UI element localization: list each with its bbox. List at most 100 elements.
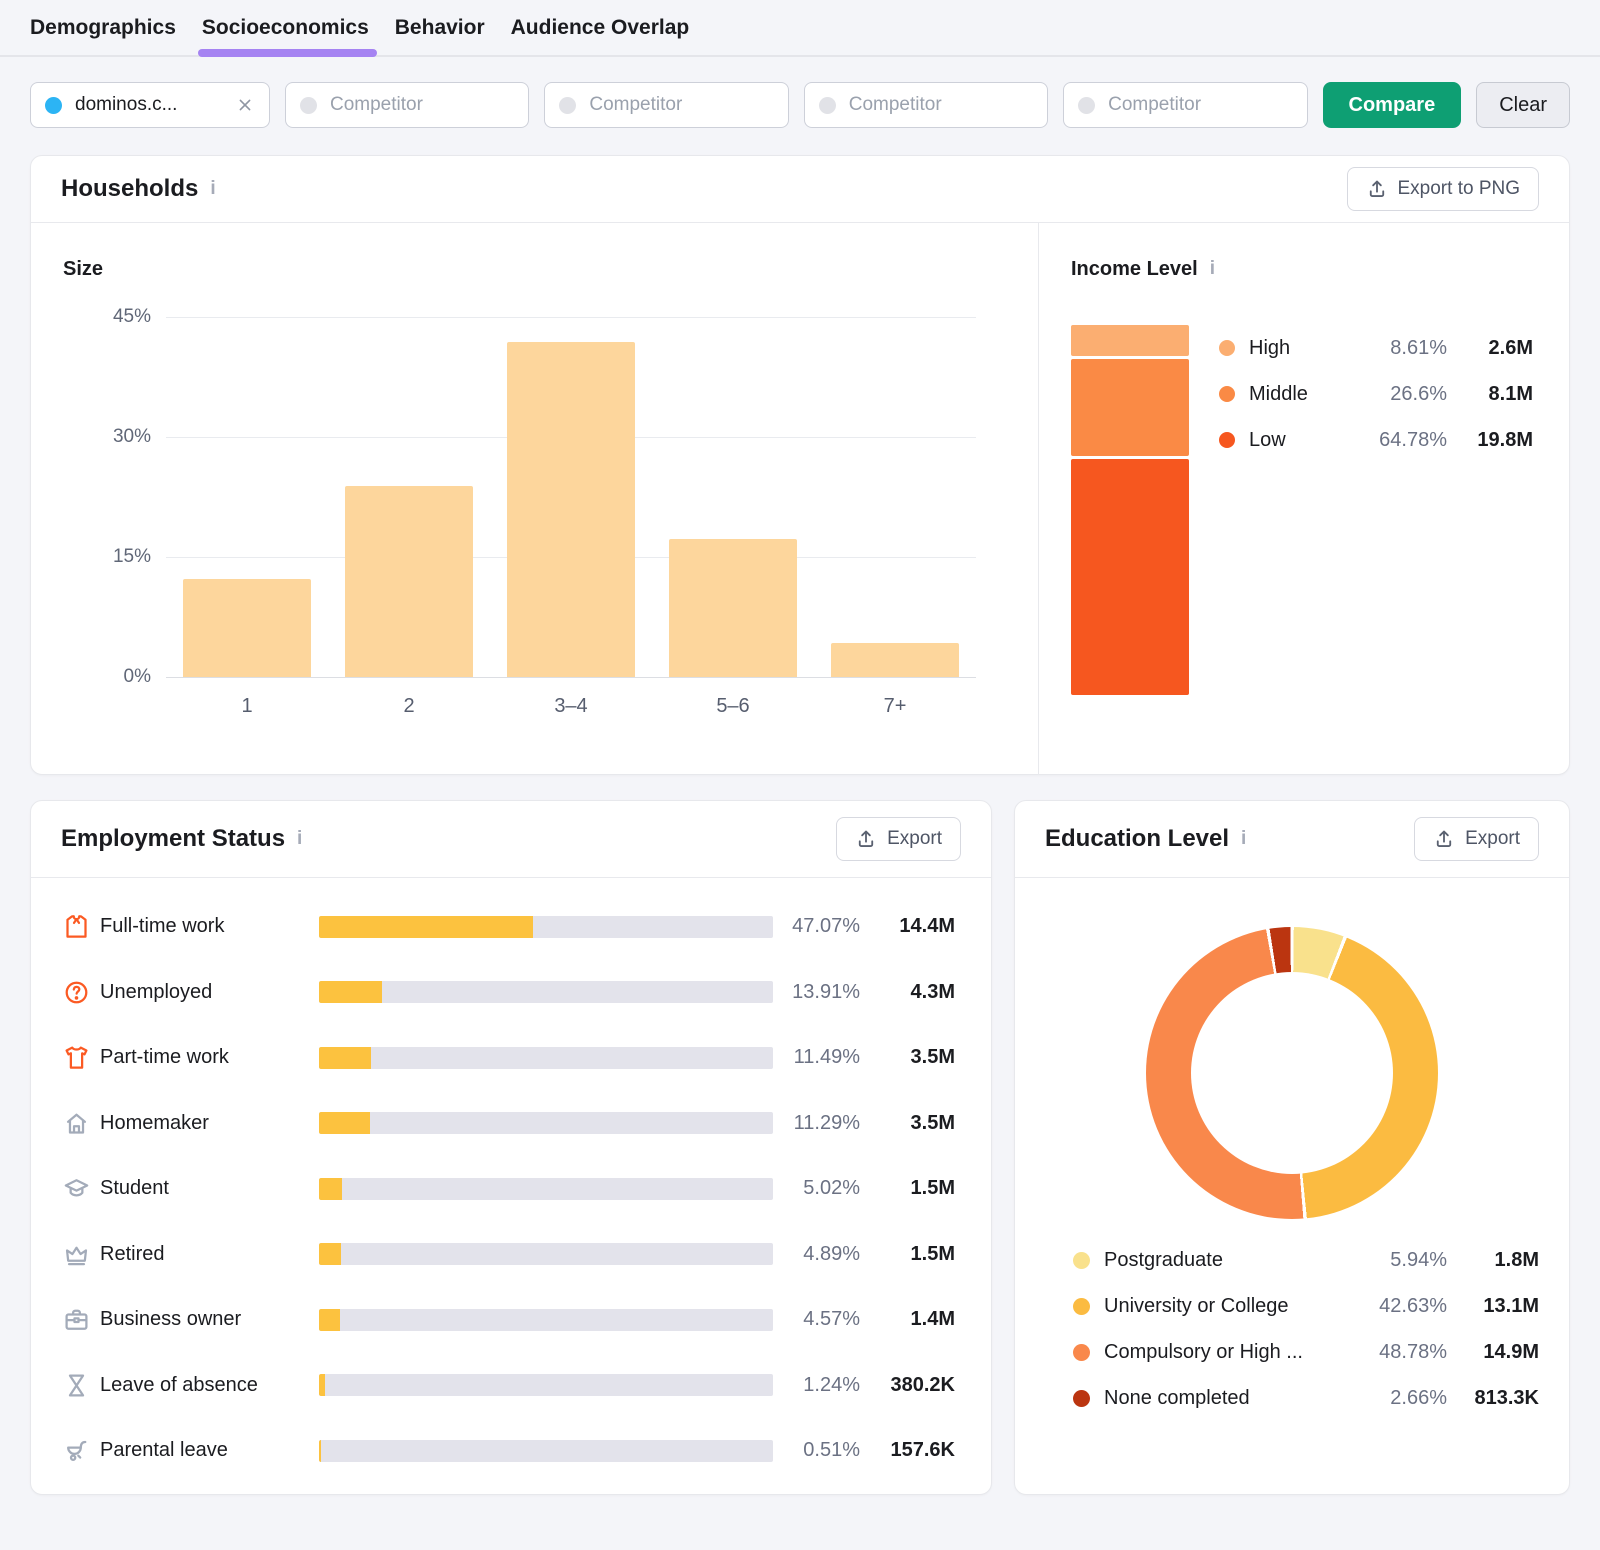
legend-label: None completed <box>1104 1386 1250 1409</box>
domain-chip-label: dominos.c... <box>75 94 178 115</box>
employment-label: Student <box>100 1177 169 1200</box>
legend-percent: 48.78% <box>1379 1340 1447 1363</box>
competitor-dot-icon <box>1078 96 1096 114</box>
legend-value: 19.8M <box>1477 428 1533 451</box>
legend-dot-icon <box>1219 432 1235 448</box>
x-axis-tick: 7+ <box>883 695 907 717</box>
compare-button[interactable]: Compare <box>1322 82 1462 128</box>
employment-bar-track <box>319 1374 773 1397</box>
x-axis-tick: 2 <box>403 695 415 717</box>
export-label: Export <box>887 828 942 849</box>
employment-bar-fill <box>319 1308 340 1331</box>
competitor-input[interactable]: Competitor <box>803 82 1049 128</box>
education-level-title: Education Level <box>1045 825 1230 852</box>
domain-dot-icon <box>45 96 62 114</box>
income-level-section: Income Level i High 8.61% 2.6M Middle 26.6% 8… <box>1038 223 1569 775</box>
employment-bar-track <box>319 1177 773 1200</box>
households-title: Households <box>61 175 199 202</box>
gridline <box>166 677 976 678</box>
tab-demographics[interactable]: Demographics <box>30 0 176 55</box>
income-level-legend: High 8.61% 2.6M Middle 26.6% 8.1M Low 64.78% 19.… <box>1219 325 1533 695</box>
employment-bar-track <box>319 1112 773 1135</box>
education-legend-row: None completed 2.66% 813.3K <box>1073 1375 1539 1421</box>
briefcase-icon <box>63 1306 90 1333</box>
legend-value: 8.1M <box>1488 382 1533 405</box>
competitor-placeholder: Competitor <box>589 94 683 115</box>
compare-bar: dominos.c... Competitor Competitor Competi… <box>30 82 1570 128</box>
employment-row-parental-leave: Parental leave 0.51% 157.6K <box>63 1418 955 1484</box>
remove-domain-button[interactable] <box>235 95 255 115</box>
employment-card-header: Employment Status i Export <box>31 801 991 878</box>
export-education-button[interactable]: Export <box>1414 817 1539 861</box>
competitor-input[interactable]: Competitor <box>544 82 789 128</box>
employment-percent: 11.49% <box>793 1046 860 1069</box>
employment-value: 1.4M <box>910 1308 955 1331</box>
employment-bar-track <box>319 1308 773 1331</box>
legend-percent: 5.94% <box>1390 1248 1447 1271</box>
donut-hole <box>1191 972 1393 1174</box>
legend-dot-icon <box>1219 340 1235 356</box>
education-level-card: Education Level i Export Postgraduate 5.9… <box>1014 800 1570 1495</box>
competitor-input[interactable]: Competitor <box>285 82 530 128</box>
households-card: Households i Export to PNG Size 45% 30% 15… <box>30 155 1570 775</box>
x-axis-tick: 5–6 <box>716 695 750 717</box>
employment-row-unemployed: Unemployed 13.91% 4.3M <box>63 960 955 1026</box>
competitor-placeholder: Competitor <box>848 94 942 115</box>
competitor-input[interactable]: Competitor <box>1063 82 1308 128</box>
info-icon[interactable]: i <box>210 178 215 200</box>
info-icon[interactable]: i <box>1241 828 1246 850</box>
household-size-chart: 45% 30% 15% 0% 1 2 3–4 5–6 7+ <box>63 305 983 735</box>
employment-row-leave-of-absence: Leave of absence 1.24% 380.2K <box>63 1353 955 1419</box>
employment-row-student: Student 5.02% 1.5M <box>63 1156 955 1222</box>
employment-bar-fill <box>319 981 383 1004</box>
education-legend-row: University or College 42.63% 13.1M <box>1073 1283 1539 1329</box>
legend-value: 13.1M <box>1483 1294 1539 1317</box>
legend-label: Middle <box>1249 382 1308 405</box>
employment-value: 1.5M <box>910 1177 955 1200</box>
info-icon[interactable]: i <box>1210 257 1215 281</box>
employment-percent: 0.51% <box>803 1439 860 1462</box>
employment-bar-fill <box>319 915 533 938</box>
legend-value: 1.8M <box>1494 1248 1539 1271</box>
tab-socioeconomics[interactable]: Socioeconomics <box>197 0 377 57</box>
employment-value: 3.5M <box>910 1111 955 1134</box>
shirt-icon <box>63 913 90 940</box>
tab-behavior[interactable]: Behavior <box>395 0 485 55</box>
tshirt-icon <box>63 1044 90 1071</box>
employment-bar-track <box>319 1046 773 1069</box>
info-icon[interactable]: i <box>297 828 302 850</box>
size-bar-5-6 <box>669 538 797 677</box>
competitor-placeholder: Competitor <box>330 94 423 115</box>
clear-button[interactable]: Clear <box>1476 82 1570 128</box>
y-axis-tick: 30% <box>112 426 151 447</box>
employment-value: 1.5M <box>910 1242 955 1265</box>
income-legend-row: Low 64.78% 19.8M <box>1219 417 1533 463</box>
crown-icon <box>63 1241 90 1268</box>
employment-label: Parental leave <box>100 1439 228 1462</box>
tab-audience-overlap[interactable]: Audience Overlap <box>511 0 690 55</box>
employment-label: Leave of absence <box>100 1373 258 1396</box>
legend-percent: 8.61% <box>1390 336 1447 359</box>
employment-label: Homemaker <box>100 1111 209 1134</box>
employment-bar-track <box>319 981 773 1004</box>
income-level-stacked-bar <box>1071 325 1189 695</box>
export-to-png-button[interactable]: Export to PNG <box>1346 167 1539 211</box>
employment-value: 380.2K <box>890 1373 956 1396</box>
employment-percent: 4.57% <box>803 1308 860 1331</box>
size-bar-2 <box>345 485 473 677</box>
education-donut-chart <box>1146 927 1438 1219</box>
x-axis-tick: 1 <box>241 695 253 717</box>
y-axis-tick: 15% <box>112 546 151 567</box>
stroller-icon <box>63 1437 90 1464</box>
employment-row-part-time-work: Part-time work 11.49% 3.5M <box>63 1025 955 1091</box>
competitor-dot-icon <box>559 96 577 114</box>
employment-value: 3.5M <box>910 1046 955 1069</box>
size-bar-1 <box>183 579 311 677</box>
income-legend-row: High 8.61% 2.6M <box>1219 325 1533 371</box>
domain-chip[interactable]: dominos.c... <box>30 82 270 128</box>
employment-status-card: Employment Status i Export Full-time wor… <box>30 800 992 1495</box>
home-icon <box>63 1110 90 1137</box>
export-employment-button[interactable]: Export <box>836 817 961 861</box>
employment-row-homemaker: Homemaker 11.29% 3.5M <box>63 1091 955 1157</box>
employment-bar-track <box>319 1243 773 1266</box>
